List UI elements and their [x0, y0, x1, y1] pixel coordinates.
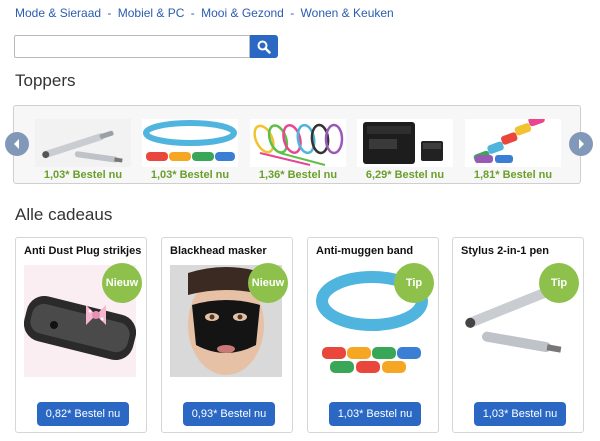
product-card[interactable]: Blackhead masker Nieuw 0,93* Bestel nu [161, 237, 293, 433]
product-card[interactable]: Anti-muggen band Tip 1,03* Bestel nu [307, 237, 439, 433]
topper-item[interactable]: 1,81* Bestel nu [465, 113, 561, 181]
new-badge: Nieuw [248, 263, 288, 303]
order-button[interactable]: 0,93* Bestel nu [183, 402, 275, 426]
nav-link-mooi-gezond[interactable]: Mooi & Gezond [201, 6, 284, 20]
chevron-right-icon [579, 139, 584, 149]
search-icon [257, 40, 271, 54]
product-title[interactable]: Anti-muggen band [316, 245, 413, 257]
carousel-next-button[interactable] [569, 132, 593, 156]
micro-sd-card-image [357, 119, 453, 167]
section-title-alle-cadeaus: Alle cadeaus [15, 205, 113, 224]
nav-separator: - [290, 6, 295, 20]
topper-item[interactable]: 1,36* Bestel nu [250, 119, 346, 181]
order-button[interactable]: 1,03* Bestel nu [329, 402, 421, 426]
section-title-toppers: Toppers [15, 71, 76, 90]
search-bar [14, 35, 278, 58]
usb-car-chargers-image [465, 113, 561, 167]
topper-item[interactable]: 1,03* Bestel nu [35, 119, 131, 181]
search-button[interactable] [250, 35, 278, 58]
carousel-prev-button[interactable] [5, 132, 29, 156]
nav-link-wonen-keuken[interactable]: Wonen & Keuken [301, 6, 394, 20]
product-title[interactable]: Stylus 2-in-1 pen [461, 245, 549, 257]
tip-badge: Tip [394, 263, 434, 303]
product-title[interactable]: Blackhead masker [170, 245, 267, 257]
product-card[interactable]: Anti Dust Plug strikjes Nieuw 0,82* Best… [15, 237, 147, 433]
topper-item[interactable]: 6,29* Bestel nu [357, 119, 453, 181]
new-badge: Nieuw [102, 263, 142, 303]
chevron-left-icon [14, 139, 19, 149]
cable-clips-image [250, 119, 346, 167]
nav-separator: - [107, 6, 112, 20]
product-card[interactable]: Stylus 2-in-1 pen Tip 1,03* Bestel nu [452, 237, 584, 433]
topper-price-button[interactable]: 1,03* Bestel nu [142, 169, 238, 181]
nav-separator: - [190, 6, 195, 20]
stylus-pen-image [35, 119, 131, 167]
topper-item[interactable]: 1,03* Bestel nu [142, 119, 238, 181]
anti-mosquito-band-image [142, 119, 238, 167]
topper-price-button[interactable]: 6,29* Bestel nu [357, 169, 453, 181]
nav-link-mode-sieraad[interactable]: Mode & Sieraad [15, 6, 101, 20]
category-nav: Mode & Sieraad - Mobiel & PC - Mooi & Ge… [15, 6, 394, 20]
order-button[interactable]: 1,03* Bestel nu [474, 402, 566, 426]
search-input[interactable] [14, 35, 250, 58]
order-button[interactable]: 0,82* Bestel nu [37, 402, 129, 426]
topper-price-button[interactable]: 1,03* Bestel nu [35, 169, 131, 181]
topper-price-button[interactable]: 1,36* Bestel nu [250, 169, 346, 181]
product-title[interactable]: Anti Dust Plug strikjes [24, 245, 141, 257]
topper-price-button[interactable]: 1,81* Bestel nu [465, 169, 561, 181]
nav-link-mobiel-pc[interactable]: Mobiel & PC [118, 6, 185, 20]
tip-badge: Tip [539, 263, 579, 303]
